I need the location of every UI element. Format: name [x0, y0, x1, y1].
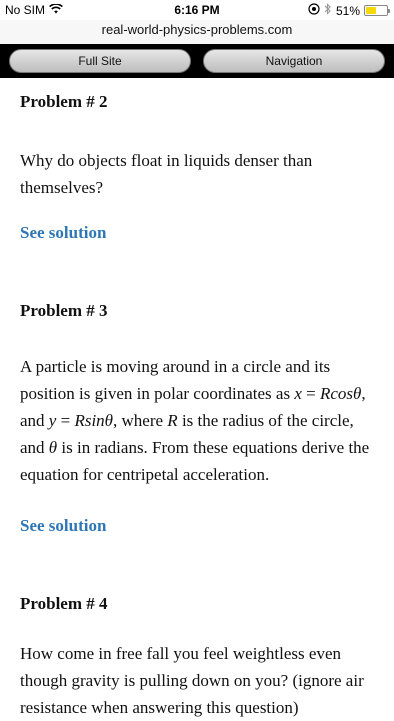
problem-2-title: Problem # 2	[20, 92, 108, 111]
location-icon	[308, 3, 320, 18]
math-rsin: Rsinθ	[74, 411, 114, 430]
problem-3-text-part: =	[301, 384, 320, 403]
math-x: x	[294, 384, 302, 403]
battery-percent: 51%	[335, 3, 360, 18]
problem-2-see-solution-link[interactable]: See solution	[20, 221, 106, 245]
problem-3-title: Problem # 3	[20, 301, 108, 320]
battery-icon	[364, 5, 390, 16]
full-site-button[interactable]: Full Site	[9, 49, 191, 73]
problem-2-question: Why do objects float in liquids denser t…	[20, 151, 313, 197]
status-right: 51%	[308, 3, 390, 18]
problem-3-text-part: is in radians. From these equations deri…	[20, 438, 370, 484]
problem-3-question: A particle is moving around in a circle …	[20, 353, 380, 488]
math-r: R	[167, 411, 178, 430]
problem-4-title: Problem # 4	[20, 594, 108, 613]
battery-level	[366, 7, 377, 14]
url-bar[interactable]: real-world-physics-problems.com	[0, 20, 394, 44]
bluetooth-icon	[324, 3, 332, 18]
math-rcos: Rcosθ	[319, 384, 362, 403]
site-nav-bar: Full Site Navigation	[0, 44, 394, 78]
navigation-button[interactable]: Navigation	[203, 49, 385, 73]
problem-3-see-solution-link[interactable]: See solution	[20, 514, 106, 538]
problem-4-question: How come in free fall you feel weightles…	[20, 644, 364, 717]
problem-3-text-part: =	[56, 411, 75, 430]
math-theta: θ	[48, 438, 58, 457]
problem-3-text-part: , where	[113, 411, 168, 430]
problem-3-text-part: A particle is moving around in a circle …	[20, 357, 331, 403]
main-content: Problem # 2 Why do objects float in liqu…	[20, 78, 380, 721]
status-bar: No SIM 6:16 PM 51%	[0, 0, 394, 20]
